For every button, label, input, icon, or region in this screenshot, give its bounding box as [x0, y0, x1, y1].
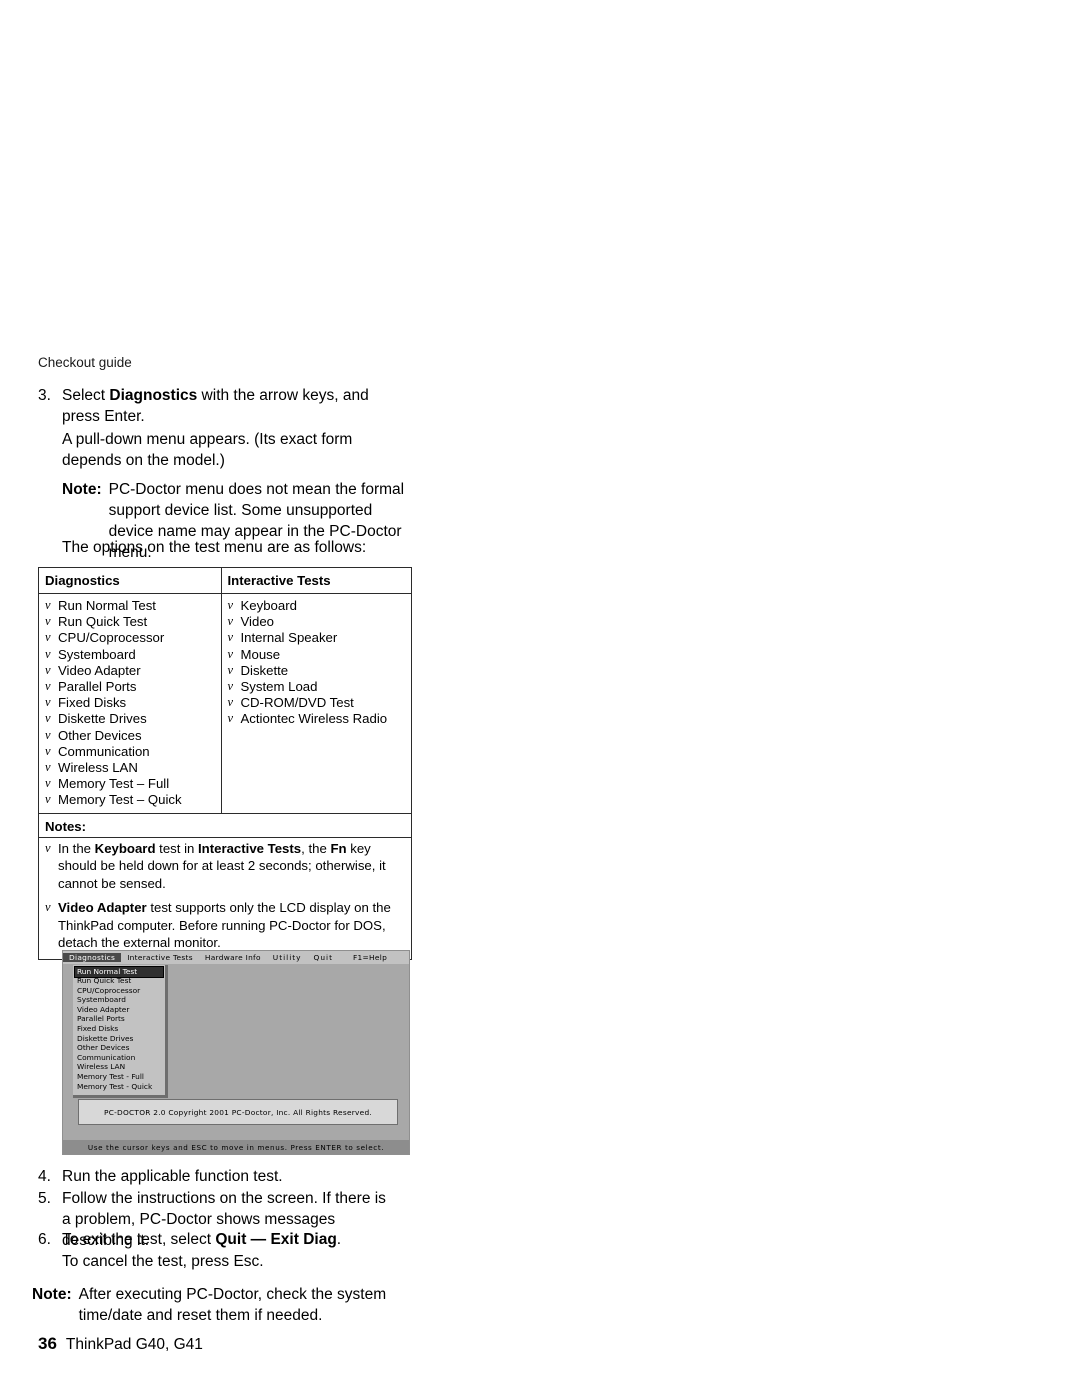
list-item: Parallel Ports — [45, 679, 215, 695]
step-6-text: To exit the test, select Quit — Exit Dia… — [62, 1229, 392, 1250]
note-item: In the Keyboard test in Interactive Test… — [45, 840, 405, 893]
notes-list: In the Keyboard test in Interactive Test… — [45, 840, 405, 952]
step-6-number: 6. — [38, 1231, 51, 1248]
running-head: Checkout guide — [38, 355, 132, 370]
notes-body-row: In the Keyboard test in Interactive Test… — [38, 836, 412, 960]
list-item: Memory Test – Full — [45, 776, 215, 792]
note-after-pcdoctor: Note: After executing PC-Doctor, check t… — [32, 1284, 389, 1326]
menu-utility[interactable]: Utility — [267, 953, 308, 962]
table-header-diagnostics: Diagnostics — [38, 567, 222, 594]
notes-cell: In the Keyboard test in Interactive Test… — [38, 836, 412, 960]
interactive-tests-cell: Keyboard Video Internal Speaker Mouse Di… — [220, 593, 412, 814]
pcdoctor-dropdown-menu: Run Normal Test Run Quick Test CPU/Copro… — [73, 965, 168, 1098]
note-frag-bold: Fn — [330, 840, 347, 856]
book-title: ThinkPad G40, G41 — [65, 1336, 203, 1353]
list-item: Video — [228, 614, 406, 630]
step-3-text: Select Diagnostics with the arrow keys, … — [62, 385, 392, 427]
step-4-text: Run the applicable function test. — [62, 1168, 283, 1185]
step-6-paragraph: To cancel the test, press Esc. — [62, 1253, 264, 1270]
list-item: Wireless LAN — [45, 760, 215, 776]
note-frag-bold: Interactive Tests — [198, 840, 302, 856]
list-item: Diskette Drives — [45, 711, 215, 727]
menu-item-memory-test-full[interactable]: Memory Test - Full — [75, 1072, 163, 1083]
list-item: Communication — [45, 744, 215, 760]
list-item: Keyboard — [228, 598, 406, 614]
menu-f1-help[interactable]: F1=Help — [347, 953, 393, 962]
note-frag-bold: Video Adapter — [58, 900, 147, 916]
table-body-row: Run Normal Test Run Quick Test CPU/Copro… — [38, 593, 412, 814]
step-3-text-pre: Select — [62, 387, 110, 404]
menu-item-fixed-disks[interactable]: Fixed Disks — [75, 1024, 163, 1035]
diagnostics-cell: Run Normal Test Run Quick Test CPU/Copro… — [38, 593, 222, 814]
list-item: Internal Speaker — [228, 630, 406, 646]
menu-hardware-info[interactable]: Hardware Info — [199, 953, 267, 962]
list-item: CPU/Coprocessor — [45, 630, 215, 646]
list-item: Run Quick Test — [45, 614, 215, 630]
step-3-paragraph: A pull-down menu appears. (Its exact for… — [62, 431, 353, 469]
menu-quit[interactable]: Quit — [308, 953, 339, 962]
menu-interactive-tests[interactable]: Interactive Tests — [121, 953, 199, 962]
table-header-interactive-tests: Interactive Tests — [220, 567, 412, 594]
step-6-text-bold: Quit — Exit Diag — [215, 1231, 337, 1248]
menu-item-run-quick-test[interactable]: Run Quick Test — [75, 976, 163, 987]
menu-item-systemboard[interactable]: Systemboard — [75, 996, 163, 1006]
list-item: Diskette — [228, 663, 406, 679]
test-menu-intro: The options on the test menu are as foll… — [62, 539, 367, 556]
step-6-text-post: . — [336, 1231, 342, 1248]
pcdoctor-copyright: PC-DOCTOR 2.0 Copyright 2001 PC-Doctor, … — [78, 1099, 398, 1125]
note-item: Video Adapter test supports only the LCD… — [45, 899, 405, 952]
pcdoctor-screenshot: Diagnostics Interactive Tests Hardware I… — [62, 950, 410, 1155]
list-item: Actiontec Wireless Radio — [228, 711, 406, 727]
notes-header-row: Notes: — [38, 812, 412, 838]
interactive-tests-list: Keyboard Video Internal Speaker Mouse Di… — [228, 598, 406, 727]
menu-diagnostics[interactable]: Diagnostics — [63, 953, 122, 962]
step-3-number: 3. — [38, 387, 51, 404]
note2-label: Note: — [32, 1286, 72, 1303]
step-6: 6. To exit the test, select Quit — Exit … — [38, 1229, 392, 1250]
note-frag: In the — [58, 840, 95, 856]
step-4-number: 4. — [38, 1168, 51, 1185]
table-header-row: Diagnostics Interactive Tests — [38, 567, 412, 594]
list-item: Video Adapter — [45, 663, 215, 679]
notes-header: Notes: — [38, 812, 412, 838]
step-3-text-bold: Diagnostics — [109, 387, 198, 404]
note-frag-bold: Keyboard — [94, 840, 156, 856]
list-item: Mouse — [228, 647, 406, 663]
note-frag: test in — [155, 840, 199, 856]
list-item: Other Devices — [45, 728, 215, 744]
list-item: CD-ROM/DVD Test — [228, 695, 406, 711]
step-3: 3. Select Diagnostics with the arrow key… — [38, 385, 392, 427]
test-options-table: Diagnostics Interactive Tests Run Normal… — [38, 567, 412, 960]
note2-text: After executing PC-Doctor, check the sys… — [78, 1286, 387, 1324]
list-item: System Load — [228, 679, 406, 695]
pcdoctor-status-bar: Use the cursor keys and ESC to move in m… — [63, 1140, 409, 1154]
list-item: Fixed Disks — [45, 695, 215, 711]
page-number: 36 — [38, 1334, 57, 1353]
menu-item-other-devices[interactable]: Other Devices — [75, 1044, 163, 1054]
list-item: Run Normal Test — [45, 598, 215, 614]
note-frag: , the — [301, 840, 331, 856]
menu-item-memory-test-quick[interactable]: Memory Test - Quick — [75, 1082, 163, 1092]
pcdoctor-menubar: Diagnostics Interactive Tests Hardware I… — [63, 951, 409, 964]
step-6-text-pre: To exit the test, select — [62, 1231, 216, 1248]
list-item: Systemboard — [45, 647, 215, 663]
list-item: Memory Test – Quick — [45, 792, 215, 808]
page-footer: 36 ThinkPad G40, G41 — [38, 1334, 203, 1354]
step-4: 4. Run the applicable function test. — [38, 1166, 392, 1187]
diagnostics-list: Run Normal Test Run Quick Test CPU/Copro… — [45, 598, 215, 808]
document-page: Checkout guide 3. Select Diagnostics wit… — [0, 0, 1080, 1397]
